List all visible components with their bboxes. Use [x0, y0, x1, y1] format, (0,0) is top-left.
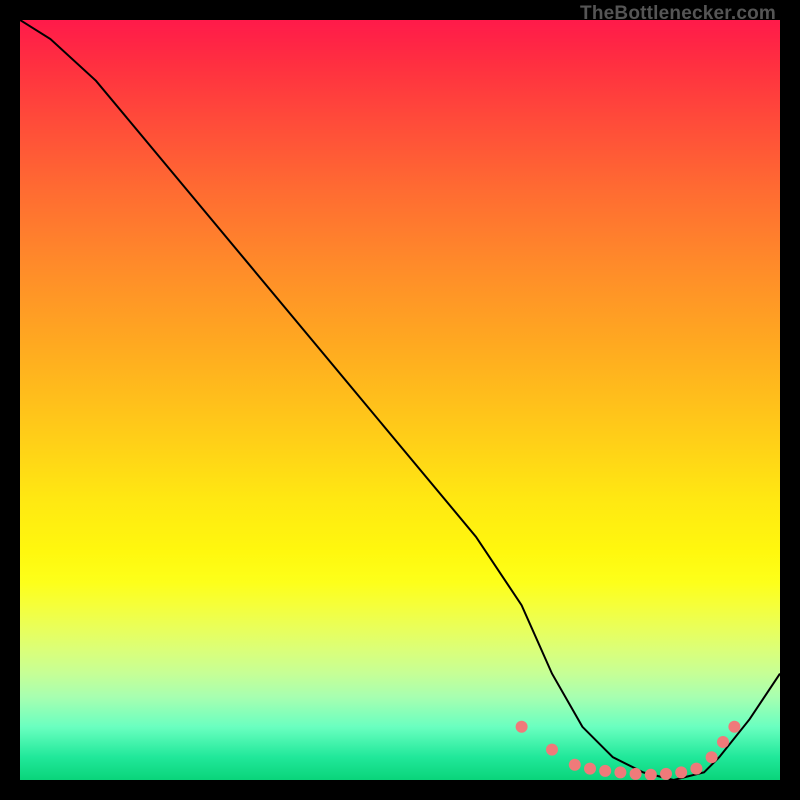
- marker-dot: [584, 763, 596, 775]
- marker-dot: [516, 721, 528, 733]
- plot-area: [20, 20, 780, 780]
- chart-svg: [20, 20, 780, 780]
- marker-dot: [690, 763, 702, 775]
- marker-dot: [614, 766, 626, 778]
- chart-frame: TheBottlenecker.com: [0, 0, 800, 800]
- marker-dot: [717, 736, 729, 748]
- marker-dot: [569, 759, 581, 771]
- marker-dot: [706, 751, 718, 763]
- marker-dot: [546, 744, 558, 756]
- marker-dot: [728, 721, 740, 733]
- marker-dot: [630, 768, 642, 780]
- marker-dot: [645, 769, 657, 780]
- marker-dot: [599, 765, 611, 777]
- curve-line: [20, 20, 780, 780]
- marker-dot: [675, 766, 687, 778]
- marker-dot: [660, 768, 672, 780]
- attribution-label: TheBottlenecker.com: [580, 3, 776, 25]
